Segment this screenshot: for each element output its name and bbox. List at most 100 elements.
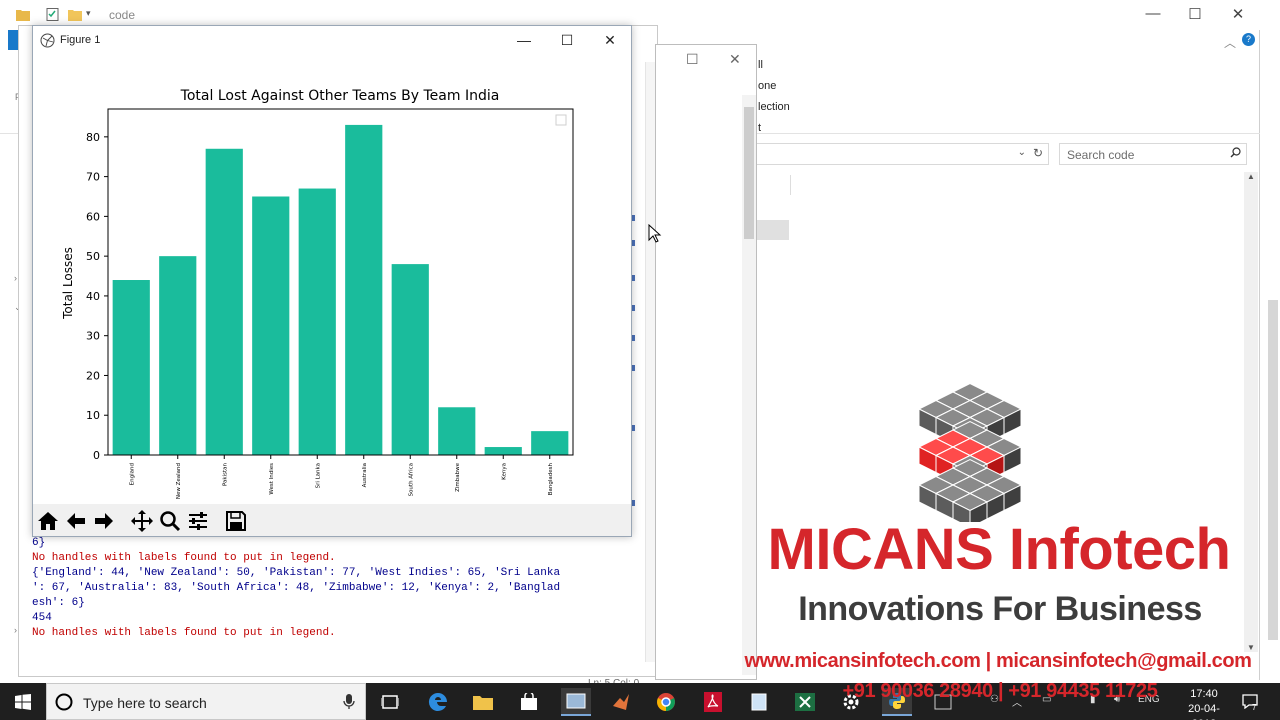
start-button[interactable] <box>0 683 46 720</box>
acrobat-button[interactable] <box>698 688 728 716</box>
selected-row[interactable] <box>757 220 789 240</box>
configure-subplots-button[interactable] <box>185 508 211 534</box>
x-tick-label: Pakistan <box>222 462 228 486</box>
figure-titlebar[interactable]: Figure 1 — ☐ ✕ <box>33 26 631 54</box>
save-button[interactable] <box>223 508 249 534</box>
excel-icon <box>795 693 815 711</box>
refresh-icon[interactable]: ↻ <box>1033 146 1043 160</box>
clock-time: 17:40 <box>1190 688 1218 700</box>
taskbar-search-box[interactable]: Type here to search <box>46 683 366 720</box>
notification-count: 7 <box>1252 703 1257 712</box>
x-tick-label: Bangladesh <box>548 462 554 495</box>
task-view-icon <box>381 695 399 709</box>
close-button[interactable]: ✕ <box>595 30 625 50</box>
matplotlib-icon <box>40 33 55 48</box>
chevron-down-icon[interactable]: ▾ <box>86 8 91 19</box>
company-phone: +91 90036 28940 | +91 94435 11725 <box>842 680 1158 702</box>
y-tick-label: 20 <box>86 369 100 382</box>
file-explorer-button[interactable] <box>468 688 498 716</box>
x-tick-label: New Zealand <box>176 463 182 499</box>
forward-button[interactable] <box>91 508 117 534</box>
bar-south-africa <box>391 264 429 455</box>
mouse-cursor-icon <box>648 224 662 243</box>
idle-window-button[interactable] <box>561 688 591 716</box>
matlab-icon <box>613 694 629 710</box>
bar-chart: Total Lost Against Other Teams By Team I… <box>61 88 574 499</box>
store-icon <box>521 693 537 710</box>
figure-title: Figure 1 <box>60 34 101 46</box>
back-button[interactable] <box>63 508 89 534</box>
maximize-button[interactable]: ☐ <box>686 51 699 68</box>
micans-cube-logo <box>917 382 1023 522</box>
new-folder-icon[interactable] <box>68 8 82 21</box>
pdf-icon <box>704 692 722 712</box>
address-bar[interactable]: ⌄ ↻ <box>757 143 1049 165</box>
forward-arrow-icon <box>95 513 113 529</box>
close-button[interactable]: ✕ <box>729 51 741 68</box>
search-placeholder: Search code <box>1067 148 1135 162</box>
edge-button[interactable] <box>423 688 453 716</box>
explorer-close-button[interactable]: ✕ <box>1223 5 1253 23</box>
search-icon[interactable] <box>1230 147 1241 158</box>
notepad-icon <box>751 693 767 711</box>
zoom-button[interactable] <box>157 508 183 534</box>
y-tick-label: 70 <box>86 171 100 184</box>
x-tick-label: South Africa <box>408 463 414 496</box>
folder-icon <box>16 10 30 21</box>
scroll-up-icon[interactable]: ▲ <box>1247 172 1255 181</box>
bar-pakistan <box>205 148 243 455</box>
explorer-minimize-button[interactable]: — <box>1138 5 1168 22</box>
pan-button[interactable] <box>129 508 155 534</box>
store-button[interactable] <box>514 688 544 716</box>
x-tick-label: Sri Lanka <box>315 463 321 488</box>
company-name: MICANS Infotech <box>767 517 1231 582</box>
y-axis-label: Total Losses <box>61 247 75 320</box>
task-view-button[interactable] <box>375 688 405 716</box>
excel-button[interactable] <box>790 688 820 716</box>
chevron-down-icon[interactable]: ⌄ <box>1018 147 1026 158</box>
minimize-button[interactable]: — <box>509 30 539 50</box>
search-box[interactable]: Search code <box>1059 143 1247 165</box>
x-tick-label: Kenya <box>501 463 507 480</box>
explorer-scroll-thumb[interactable] <box>1268 300 1278 640</box>
explorer-maximize-button[interactable]: ☐ <box>1180 5 1210 23</box>
x-tick-label: England <box>129 463 135 485</box>
home-button[interactable] <box>35 508 61 534</box>
ribbon-item-fragment[interactable]: one <box>758 80 776 92</box>
y-tick-label: 40 <box>86 290 100 303</box>
chrome-icon <box>657 693 675 711</box>
dialog-scroll-thumb[interactable] <box>744 107 754 239</box>
maximize-button[interactable]: ☐ <box>552 30 582 50</box>
shell-output: 6} No handles with labels found to put i… <box>32 536 642 676</box>
app-button[interactable] <box>606 688 636 716</box>
edge-icon <box>428 692 447 711</box>
microphone-icon[interactable] <box>343 694 355 710</box>
secondary-window: ☐ ✕ <box>655 44 757 680</box>
ribbon-item-fragment[interactable]: ll <box>758 59 763 71</box>
y-tick-label: 30 <box>86 330 100 343</box>
figure-canvas[interactable]: Total Lost Against Other Teams By Team I… <box>33 54 631 504</box>
clock[interactable]: 17:40 20-04-2018 <box>1176 687 1232 720</box>
console-line: 454 <box>32 612 52 624</box>
window-icon <box>566 693 586 709</box>
console-line: 6} <box>32 537 46 549</box>
navigation-toolbar <box>33 504 631 536</box>
help-icon[interactable]: ? <box>1242 33 1255 46</box>
save-icon <box>226 511 246 531</box>
chrome-button[interactable] <box>651 688 681 716</box>
bar-zimbabwe <box>438 407 476 455</box>
configure-subplots-icon <box>189 512 207 530</box>
x-tick-label: Zimbabwe <box>455 462 461 492</box>
bar-west-indies <box>252 196 290 455</box>
ribbon-item-fragment[interactable]: t <box>758 122 761 134</box>
app-button[interactable] <box>744 688 774 716</box>
company-tagline: Innovations For Business <box>798 590 1202 628</box>
y-tick-label: 50 <box>86 250 100 263</box>
chart-title: Total Lost Against Other Teams By Team I… <box>180 88 500 104</box>
ribbon-item-fragment[interactable]: lection <box>758 101 790 113</box>
back-arrow-icon <box>67 513 85 529</box>
properties-icon[interactable] <box>46 8 60 21</box>
y-tick-label: 80 <box>86 131 100 144</box>
y-tick-label: 10 <box>86 409 100 422</box>
collapse-ribbon-icon[interactable]: ︿ <box>1224 34 1236 51</box>
